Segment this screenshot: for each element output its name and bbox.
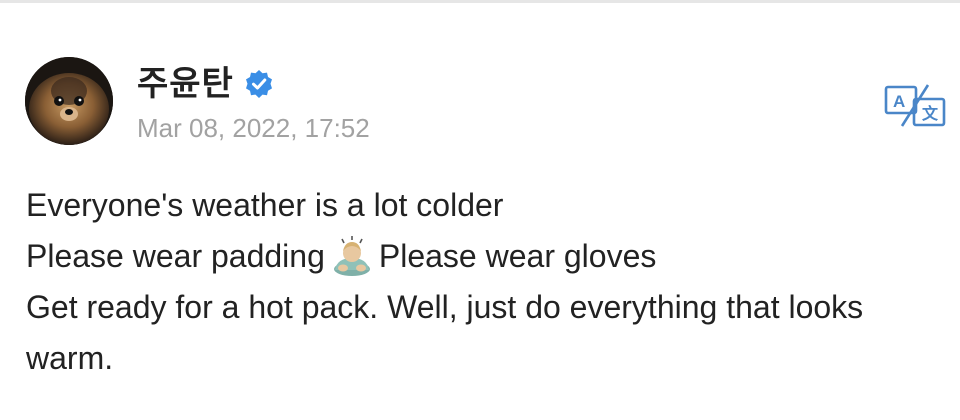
post-line-4: warm. xyxy=(26,340,114,376)
post-line-2a: Please wear padding xyxy=(26,238,325,274)
post-line-3: Get ready for a hot pack. Well, just do … xyxy=(26,289,864,325)
svg-text:文: 文 xyxy=(922,104,939,123)
translate-button[interactable]: A 文 xyxy=(884,84,946,128)
author-header: 주윤탄 xyxy=(137,64,274,104)
author-name[interactable]: 주윤탄 xyxy=(137,64,234,104)
translate-icon: A 文 xyxy=(884,84,946,127)
svg-text:A: A xyxy=(893,92,905,111)
post-body: Everyone's weather is a lot colder Pleas… xyxy=(26,180,946,384)
post-timestamp: Mar 08, 2022, 17:52 xyxy=(137,113,370,143)
post-line-1: Everyone's weather is a lot colder xyxy=(26,187,504,223)
top-divider xyxy=(0,0,960,3)
author-avatar[interactable] xyxy=(25,57,113,145)
person-bowing-emoji-icon xyxy=(329,236,375,276)
post-line-2: Please wear padding Please wear gloves xyxy=(26,231,946,282)
dog-avatar-image xyxy=(25,57,113,145)
verified-badge-icon xyxy=(244,69,274,99)
post-line-2b: Please wear gloves xyxy=(378,238,657,274)
